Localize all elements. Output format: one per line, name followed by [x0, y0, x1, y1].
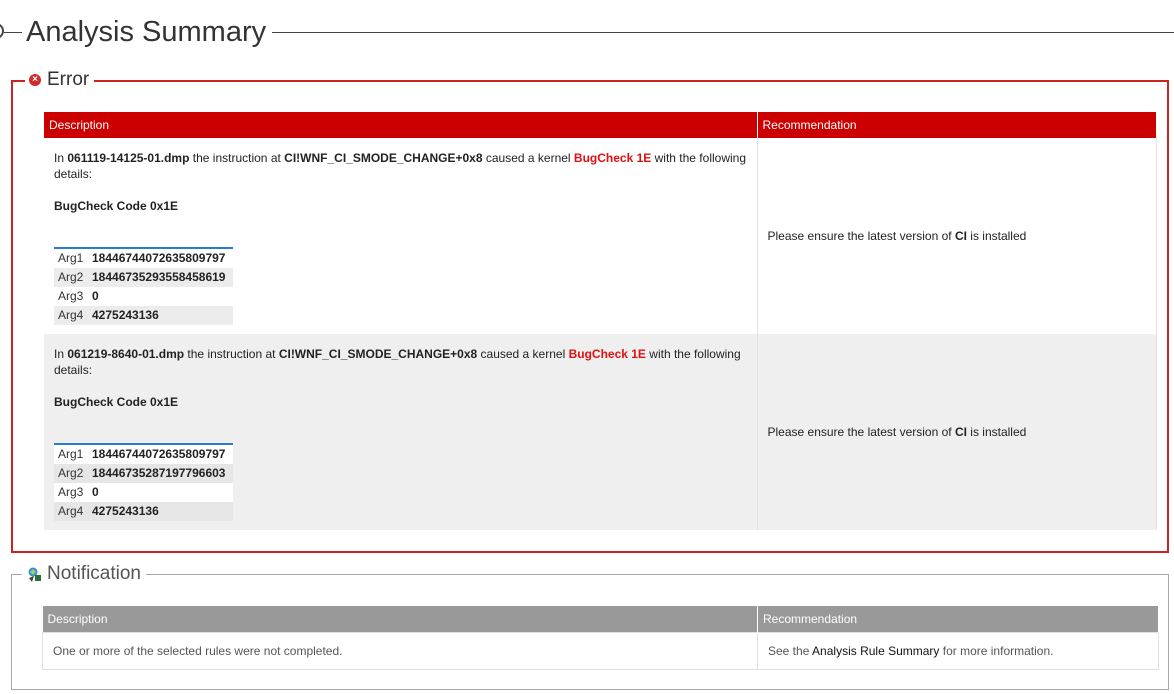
arg-row: Arg2 18446735287197796603: [54, 464, 233, 483]
instruction-name: CI!WNF_CI_SMODE_CHANGE+0x8: [278, 347, 478, 361]
table-row: One or more of the selected rules were n…: [42, 632, 1159, 670]
analysis-rule-summary-link[interactable]: Analysis Rule Summary: [812, 644, 939, 658]
arg-row: Arg2 18446735293558458619: [54, 268, 233, 287]
description-text: In 061219-8640-01.dmp the instruction at…: [54, 347, 741, 377]
arg-row: Arg4 4275243136: [54, 502, 233, 521]
arg-row: Arg1 18446744072635809797: [54, 444, 233, 464]
arg-row: Arg3 0: [54, 483, 233, 502]
page-header: Analysis Summary: [0, 12, 1174, 54]
recommendation-cell: Please ensure the latest version of CI i…: [757, 334, 1157, 530]
error-legend-label: Error: [47, 69, 90, 90]
notification-legend: Notification: [22, 561, 146, 587]
arg-row: Arg1 18446744072635809797: [54, 248, 233, 268]
table-row: In 061219-8640-01.dmp the instruction at…: [44, 334, 1157, 530]
header-lead-line: [4, 32, 22, 33]
bugcheck-code: BugCheck Code 0x1E: [54, 395, 179, 409]
header-rule: [256, 32, 1174, 33]
dump-file-name: 061219-8640-01.dmp: [67, 347, 185, 361]
instruction-name: CI!WNF_CI_SMODE_CHANGE+0x8: [284, 151, 483, 165]
error-recommendation-header: Recommendation: [757, 112, 1157, 138]
notification-recommendation-header: Recommendation: [757, 606, 1159, 633]
bugcheck-code: BugCheck Code 0x1E: [54, 199, 179, 213]
description-cell: In 061119-14125-01.dmp the instruction a…: [44, 138, 758, 334]
notification-description-header: Description: [42, 606, 758, 633]
bugcheck-label: BugCheck 1E: [573, 151, 652, 165]
notification-legend-label: Notification: [47, 563, 141, 584]
notification-icon: [28, 567, 41, 582]
bugcheck-label: BugCheck 1E: [568, 347, 646, 361]
dump-file-name: 061119-14125-01.dmp: [67, 151, 190, 165]
table-row: In 061119-14125-01.dmp the instruction a…: [44, 138, 1157, 334]
collapse-circle-icon[interactable]: [0, 23, 4, 39]
page-title: Analysis Summary: [26, 14, 273, 50]
error-description-header: Description: [44, 112, 758, 138]
arg-row: Arg3 0: [54, 287, 233, 306]
error-icon: ×: [29, 74, 41, 86]
args-table: Arg1 18446744072635809797 Arg2 18446735293…: [54, 247, 233, 325]
notification-group: Notification Description Recommendation …: [11, 561, 1169, 690]
error-legend: × Error: [25, 67, 95, 93]
args-table: Arg1 18446744072635809797 Arg2 18446735287…: [54, 443, 233, 521]
description-text: In 061119-14125-01.dmp the instruction a…: [54, 151, 746, 181]
notification-recommendation-cell: See the Analysis Rule Summary for more i…: [757, 632, 1159, 670]
description-cell: In 061219-8640-01.dmp the instruction at…: [44, 334, 758, 530]
error-group: × Error Description Recommendation In 06…: [11, 67, 1169, 553]
recommendation-cell: Please ensure the latest version of CI i…: [757, 138, 1157, 334]
notification-description-cell: One or more of the selected rules were n…: [42, 632, 758, 670]
error-table: Description Recommendation In 061119-141…: [44, 112, 1157, 530]
arg-row: Arg4 4275243136: [54, 306, 233, 325]
notification-table: Description Recommendation One or more o…: [42, 606, 1159, 670]
